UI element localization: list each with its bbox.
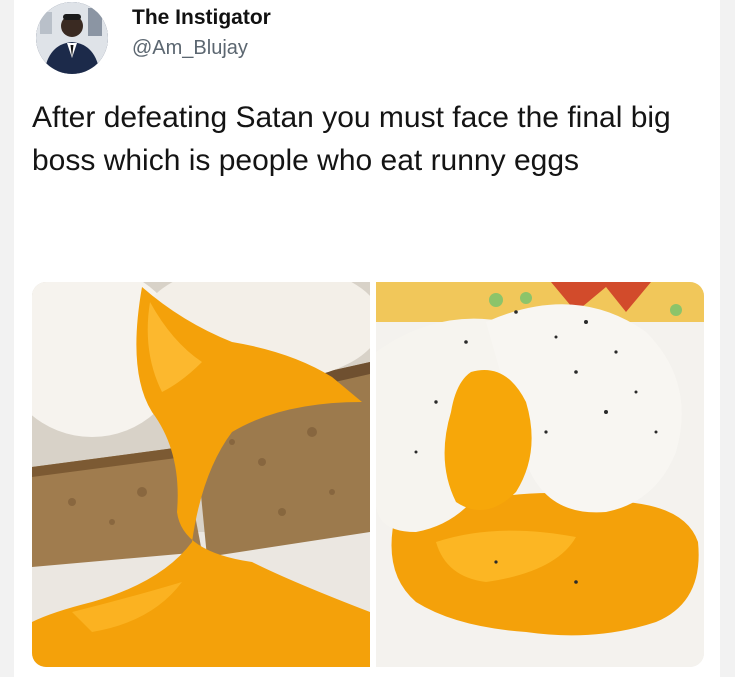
tweet-text: After defeating Satan you must face the … bbox=[32, 101, 671, 177]
tweet-card[interactable]: The Instigator @Am_Blujay After defeatin… bbox=[14, 0, 720, 677]
tweet-media bbox=[32, 282, 704, 667]
poached-egg-on-toast-photo[interactable] bbox=[32, 282, 370, 667]
author-avatar[interactable] bbox=[36, 2, 108, 74]
avatar-image bbox=[36, 2, 108, 74]
author-handle[interactable]: @Am_Blujay bbox=[132, 37, 248, 60]
author-name[interactable]: The Instigator bbox=[132, 6, 271, 30]
runny-poached-egg-photo[interactable] bbox=[376, 282, 704, 667]
